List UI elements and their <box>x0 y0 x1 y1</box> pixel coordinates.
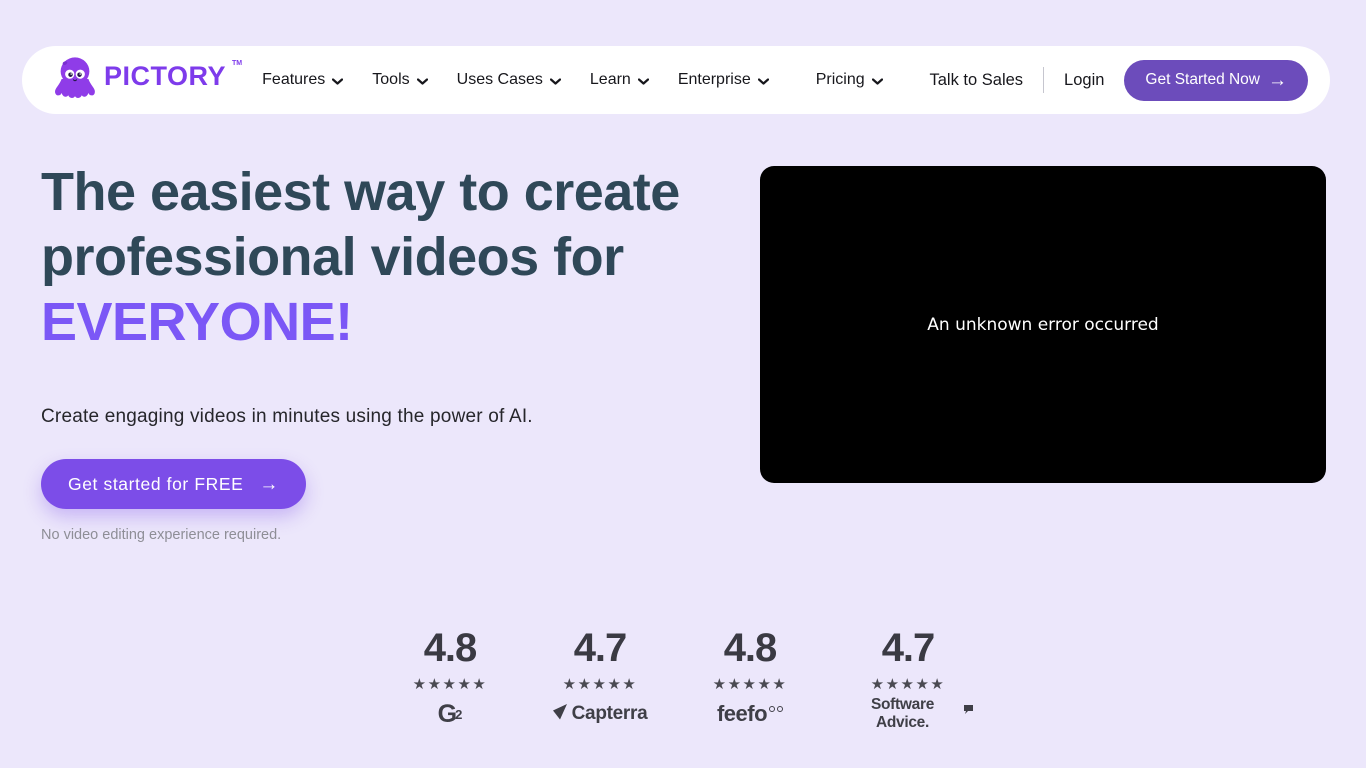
g2-logo: G2 <box>393 701 507 727</box>
nav-item-learn[interactable]: Learn <box>590 71 649 89</box>
chevron-down-icon <box>872 78 883 85</box>
rating-capterra: 4.7 ★★★★★ Capterra <box>543 628 657 727</box>
talk-to-sales-link[interactable]: Talk to Sales <box>930 71 1024 90</box>
feefo-logo: feefo <box>693 701 807 727</box>
rating-score: 4.7 <box>843 628 973 668</box>
rating-stars: ★★★★★ <box>693 675 807 693</box>
rating-feefo: 4.8 ★★★★★ feefo <box>693 628 807 727</box>
feefo-circles-icon <box>769 706 783 712</box>
rating-stars: ★★★★★ <box>543 675 657 693</box>
header: PICTORY TM Features Tools Uses Cases Lea… <box>22 46 1330 114</box>
speech-bubble-icon <box>964 701 973 719</box>
hero-subtitle: Create engaging videos in minutes using … <box>41 406 533 428</box>
hero-title-line-1: The easiest way to create <box>41 160 721 225</box>
capterra-logo: Capterra <box>543 701 657 727</box>
arrow-right-icon: → <box>259 475 279 494</box>
nav-item-features[interactable]: Features <box>262 71 343 89</box>
software-advice-logo: Software Advice. <box>843 701 973 727</box>
video-error-message: An unknown error occurred <box>927 315 1158 335</box>
login-link[interactable]: Login <box>1064 71 1104 90</box>
chevron-down-icon <box>332 78 343 85</box>
arrow-right-icon: → <box>1268 71 1287 90</box>
nav-item-uses-cases[interactable]: Uses Cases <box>457 71 561 89</box>
nav-item-enterprise[interactable]: Enterprise <box>678 71 769 89</box>
rating-g2: 4.8 ★★★★★ G2 <box>393 628 507 727</box>
hero-title: The easiest way to create professional v… <box>41 160 721 355</box>
get-started-free-button[interactable]: Get started for FREE → <box>41 459 306 509</box>
rating-score: 4.8 <box>393 628 507 668</box>
rating-stars: ★★★★★ <box>393 675 507 693</box>
pictory-logo[interactable]: PICTORY TM <box>52 55 242 106</box>
chevron-down-icon <box>758 78 769 85</box>
rating-software-advice: 4.7 ★★★★★ Software Advice. <box>843 628 973 727</box>
rating-score: 4.7 <box>543 628 657 668</box>
get-started-now-button[interactable]: Get Started Now → <box>1124 60 1308 101</box>
chevron-down-icon <box>417 78 428 85</box>
trademark-mark: TM <box>232 60 242 67</box>
capterra-flag-icon <box>553 704 568 725</box>
hero-video-player[interactable]: An unknown error occurred <box>760 166 1326 483</box>
octopus-logo-icon <box>52 55 98 106</box>
hero-note: No video editing experience required. <box>41 527 281 543</box>
nav-item-pricing[interactable]: Pricing <box>816 71 883 89</box>
hero-title-line-2: professional videos for <box>41 225 721 290</box>
brand-wordmark: PICTORY <box>104 63 226 90</box>
ratings-strip: 4.8 ★★★★★ G2 4.7 ★★★★★ Capterra 4.8 ★★★★… <box>0 628 1366 727</box>
header-actions: Talk to Sales Login Get Started Now → <box>930 60 1309 101</box>
main-nav: Features Tools Uses Cases Learn Enterpri… <box>262 71 883 89</box>
chevron-down-icon <box>638 78 649 85</box>
rating-stars: ★★★★★ <box>843 675 973 693</box>
header-divider <box>1043 67 1044 93</box>
rating-score: 4.8 <box>693 628 807 668</box>
chevron-down-icon <box>550 78 561 85</box>
hero-title-highlight: EVERYONE! <box>41 290 721 355</box>
nav-item-tools[interactable]: Tools <box>372 71 427 89</box>
